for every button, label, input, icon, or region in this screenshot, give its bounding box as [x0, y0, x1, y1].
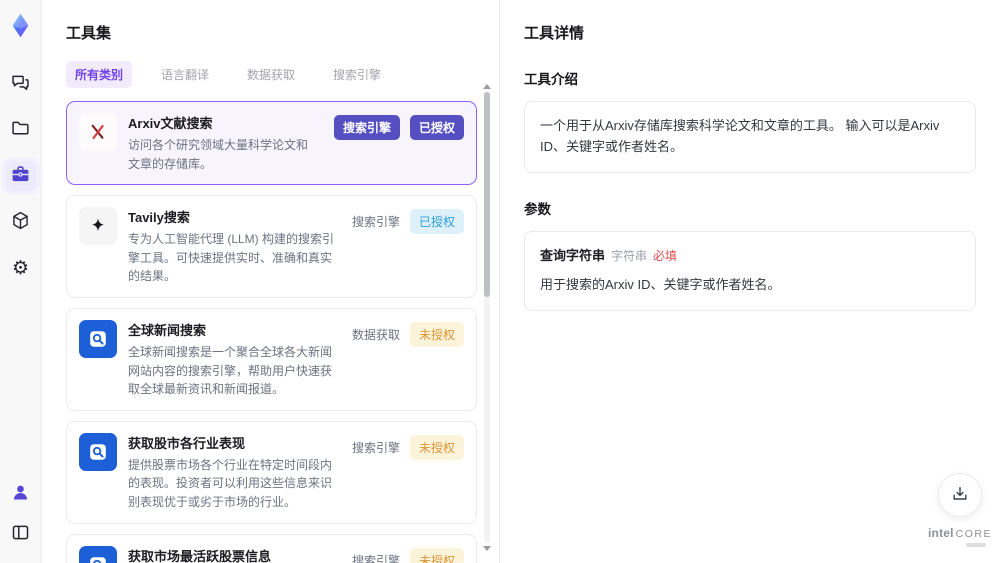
tool-card[interactable]: Tavily搜索 专为人工智能代理 (LLM) 构建的搜索引擎工具。可快速提供实…: [66, 195, 477, 298]
category-badge: 搜索引擎: [333, 115, 400, 140]
app-logo-icon: [7, 12, 34, 39]
category-badge: 搜索引擎: [351, 553, 400, 563]
sidebar-nav: ⚙: [5, 69, 36, 283]
intel-core-logo: intel CORE: [928, 526, 991, 547]
category-tabs: 所有类别 语言翻译 数据获取 搜索引擎: [66, 61, 477, 88]
panel-toggle-icon: [10, 522, 31, 546]
category-badge: 搜索引擎: [351, 215, 400, 230]
news-search-icon: [79, 432, 117, 471]
scrollbar-track[interactable]: [484, 92, 490, 543]
page-title: 工具集: [66, 25, 112, 42]
user-icon: [10, 482, 31, 506]
tool-detail-panel: 工具详情 工具介绍 一个用于从Arxiv存储库搜索科学论文和文章的工具。 输入可…: [500, 0, 1000, 563]
auth-status-badge: 未授权: [409, 321, 464, 347]
tool-description: 专为人工智能代理 (LLM) 构建的搜索引擎工具。可快速提供实时、准确和真实的结…: [128, 232, 335, 284]
sidebar-item-settings[interactable]: ⚙: [6, 253, 36, 283]
collapse-panel-button[interactable]: [6, 519, 36, 549]
scroll-up-arrow-icon[interactable]: [483, 84, 491, 89]
cube-icon: [10, 210, 31, 234]
brand-core-text: CORE: [955, 528, 993, 540]
tool-title: Tavily搜索: [128, 210, 190, 226]
params-heading: 参数: [524, 201, 551, 217]
brand-intel-text: intel: [928, 526, 954, 540]
auth-status-badge: 未授权: [409, 434, 464, 460]
download-icon: [950, 484, 970, 507]
sparkle-icon: [79, 207, 117, 246]
user-account-button[interactable]: [6, 479, 36, 509]
scrollbar[interactable]: [483, 84, 491, 551]
tool-title: Arxiv文献搜索: [128, 116, 213, 131]
sidebar: ⚙: [0, 0, 42, 563]
intro-box: 一个用于从Arxiv存储库搜索科学论文和文章的工具。 输入可以是Arxiv ID…: [524, 101, 976, 173]
brand-ultra-mark: [966, 543, 986, 547]
tool-card[interactable]: Arxiv文献搜索 访问各个研究领域大量科学论文和文章的存储库。 搜索引擎 已授…: [66, 101, 477, 186]
param-name: 查询字符串: [540, 247, 606, 263]
chat-icon: [10, 72, 31, 96]
tool-card[interactable]: 全球新闻搜索 全球新闻搜索是一个聚合全球各大新闻网站内容的搜索引擎，帮助用户快速…: [66, 307, 477, 411]
tool-card[interactable]: 获取股市各行业表现 提供股票市场各个行业在特定时间段内的表现。投资者可以利用这些…: [66, 420, 477, 524]
folder-icon: [10, 118, 31, 142]
tool-description: 全球新闻搜索是一个聚合全球各大新闻网站内容的搜索引擎，帮助用户快速获取全球最新资…: [128, 344, 333, 397]
tool-card[interactable]: 获取市场最活跃股票信息 提供当天交易量最高的股票列表。投资者可以利用这些信息来识…: [66, 533, 477, 563]
sidebar-item-chat[interactable]: [6, 69, 36, 99]
tool-title: 获取股市各行业表现: [128, 435, 246, 451]
toolbox-icon: [10, 164, 31, 188]
auth-status-badge: 已授权: [409, 209, 464, 235]
sidebar-item-plugins[interactable]: [6, 207, 36, 237]
scroll-down-arrow-icon[interactable]: [483, 546, 491, 551]
arxiv-icon: [79, 113, 117, 151]
download-button[interactable]: [938, 473, 982, 517]
tool-list: Arxiv文献搜索 访问各个研究领域大量科学论文和文章的存储库。 搜索引擎 已授…: [66, 101, 477, 563]
tool-description: 提供股票市场各个行业在特定时间段内的表现。投资者可以利用这些信息来识别表现优于或…: [128, 457, 333, 509]
param-header: 查询字符串 字符串 必填: [540, 246, 960, 267]
param-description: 用于搜索的Arxiv ID、关键字或作者姓名。: [540, 277, 781, 293]
tool-title: 获取市场最活跃股票信息: [128, 548, 272, 563]
sidebar-item-tools[interactable]: [5, 161, 36, 191]
auth-status-badge: 未授权: [409, 547, 464, 563]
tool-title: 全球新闻搜索: [128, 322, 207, 338]
param-box: 查询字符串 字符串 必填 用于搜索的Arxiv ID、关键字或作者姓名。: [524, 230, 976, 312]
category-tab[interactable]: 数据获取: [238, 61, 304, 88]
intro-heading: 工具介绍: [524, 72, 578, 87]
tool-list-panel: 工具集 所有类别 语言翻译 数据获取 搜索引擎 Arxiv文献搜索 访问各个研究…: [42, 0, 500, 563]
news-search-icon: [79, 545, 117, 563]
category-badge: 搜索引擎: [351, 440, 400, 455]
sidebar-bottom: [6, 479, 36, 549]
auth-status-badge: 已授权: [409, 115, 464, 140]
param-required-badge: 必填: [653, 248, 678, 263]
sidebar-item-files[interactable]: [6, 115, 36, 145]
app-window: ⚙ 工具集 所有类别 语言翻译 数据获取 搜索引擎 Arxiv文献搜索 访问各个…: [0, 0, 1000, 563]
intro-text: 一个用于从Arxiv存储库搜索科学论文和文章的工具。 输入可以是Arxiv ID…: [540, 118, 940, 154]
category-badge: 数据获取: [351, 327, 400, 342]
category-tab[interactable]: 搜索引擎: [324, 61, 390, 88]
category-tab[interactable]: 所有类别: [66, 61, 133, 88]
news-search-icon: [79, 319, 117, 358]
gear-icon: ⚙: [11, 257, 30, 279]
category-tab[interactable]: 语言翻译: [152, 61, 218, 88]
param-type: 字符串: [611, 248, 648, 263]
detail-title: 工具详情: [524, 25, 585, 42]
tool-description: 访问各个研究领域大量科学论文和文章的存储库。: [128, 138, 309, 171]
scrollbar-thumb[interactable]: [484, 92, 490, 297]
